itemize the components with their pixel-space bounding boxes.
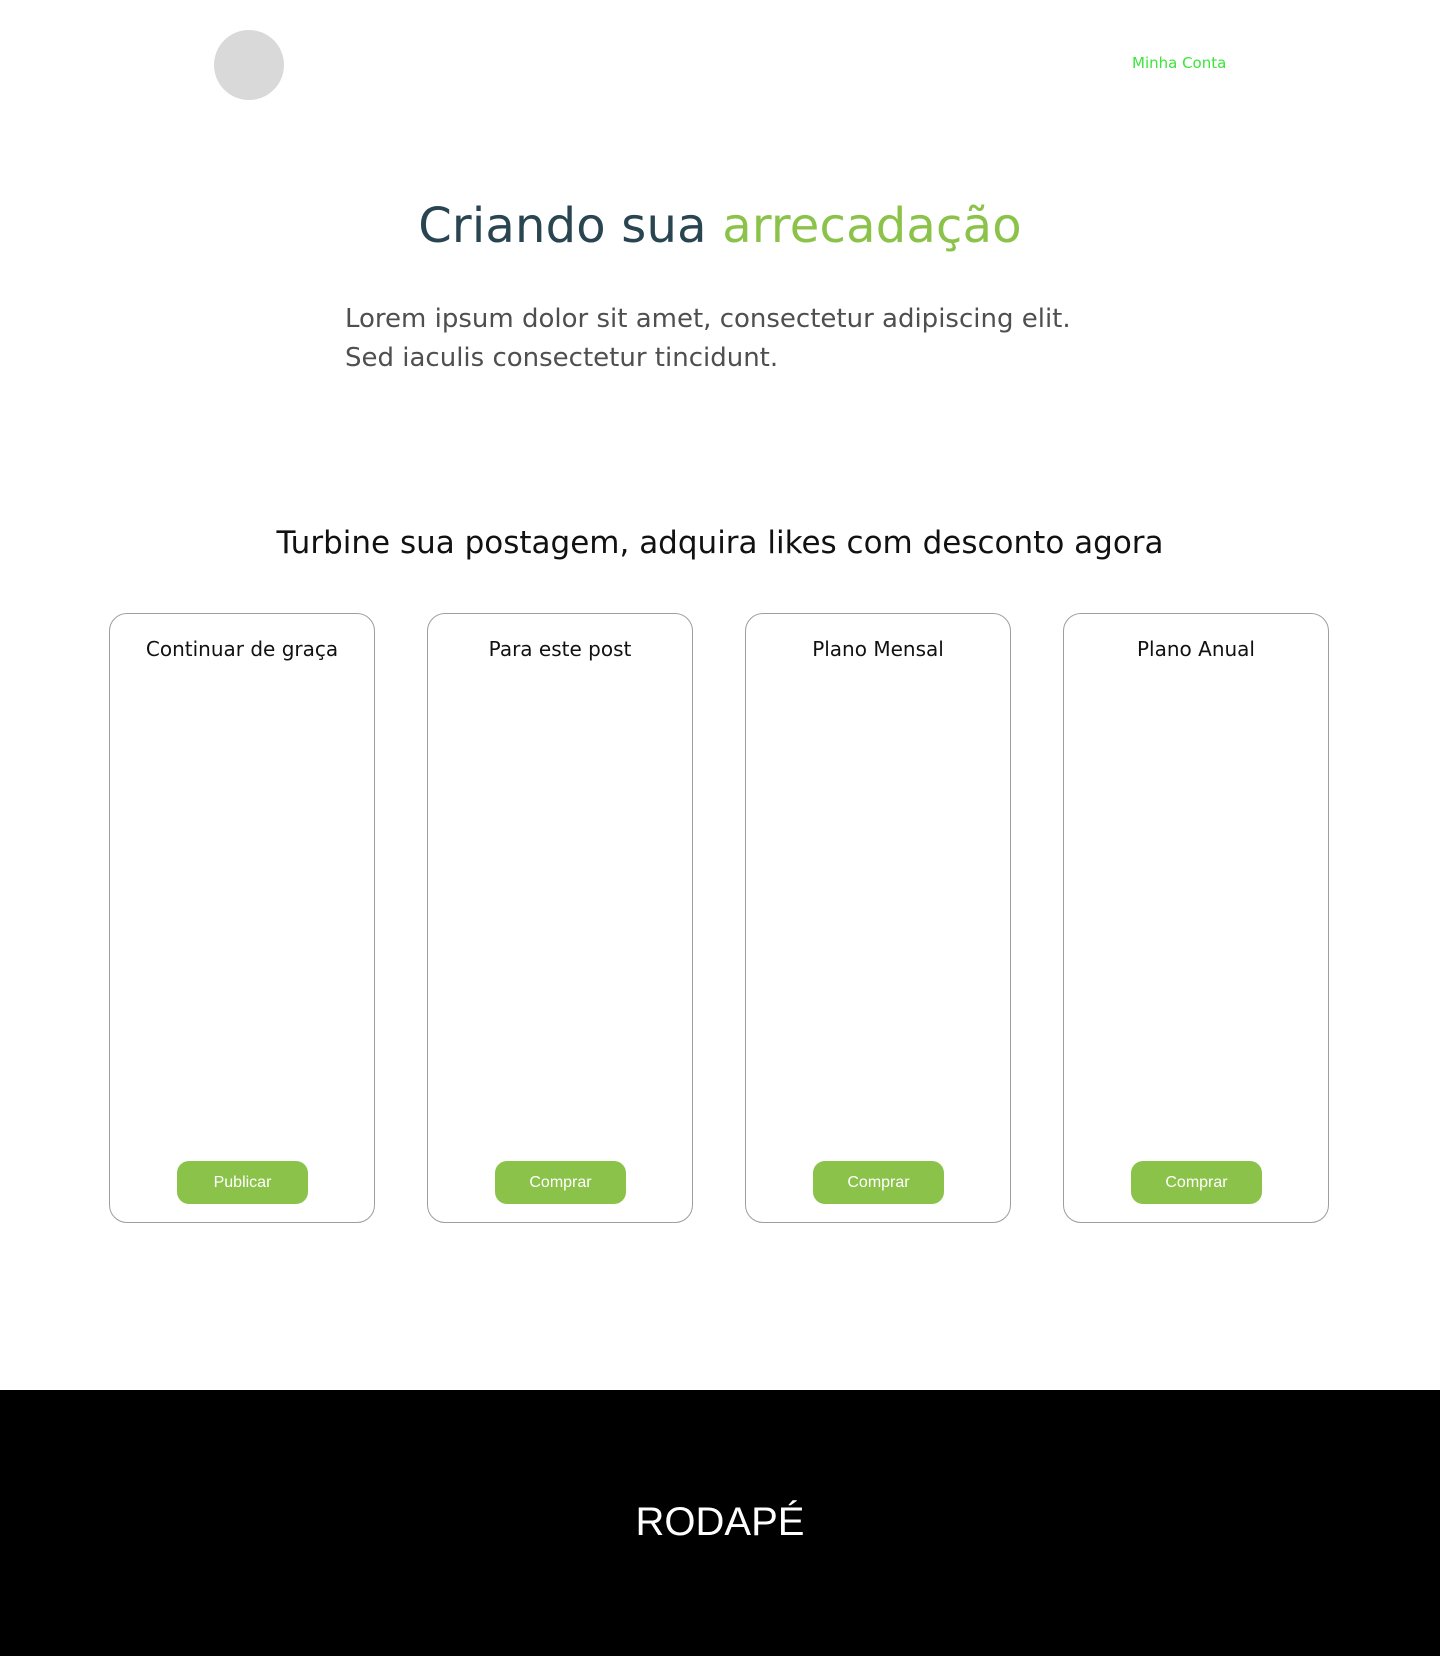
my-account-link[interactable]: Minha Conta <box>1132 54 1226 72</box>
footer-label: RODAPÉ <box>635 1500 805 1544</box>
page: Minha Conta Criando sua arrecadação Lore… <box>0 0 1440 1656</box>
page-description: Lorem ipsum dolor sit amet, consectetur … <box>345 304 1071 373</box>
buy-annual-button[interactable]: Comprar <box>1131 1161 1262 1204</box>
avatar[interactable] <box>214 30 284 100</box>
buy-post-button[interactable]: Comprar <box>495 1161 626 1204</box>
footer: RODAPÉ <box>0 1390 1440 1656</box>
plans-list: Continuar de graça Publicar Para este po… <box>109 613 1331 1225</box>
plan-card-free: Continuar de graça Publicar <box>109 613 375 1223</box>
page-title: Criando sua arrecadação <box>0 196 1440 256</box>
plan-name: Plano Mensal <box>812 637 944 661</box>
buy-monthly-button[interactable]: Comprar <box>813 1161 944 1204</box>
plans-heading: Turbine sua postagem, adquira likes com … <box>276 525 1164 561</box>
plan-name: Continuar de graça <box>145 637 339 661</box>
page-title-main: Criando sua <box>418 198 707 254</box>
plan-card-monthly: Plano Mensal Comprar <box>745 613 1011 1223</box>
page-title-accent: arrecadação <box>722 198 1022 254</box>
publish-button[interactable]: Publicar <box>177 1161 308 1204</box>
plan-card-this-post: Para este post Comprar <box>427 613 693 1223</box>
plan-name: Para este post <box>488 637 632 661</box>
plan-card-annual: Plano Anual Comprar <box>1063 613 1329 1223</box>
plan-name: Plano Anual <box>1137 637 1255 661</box>
